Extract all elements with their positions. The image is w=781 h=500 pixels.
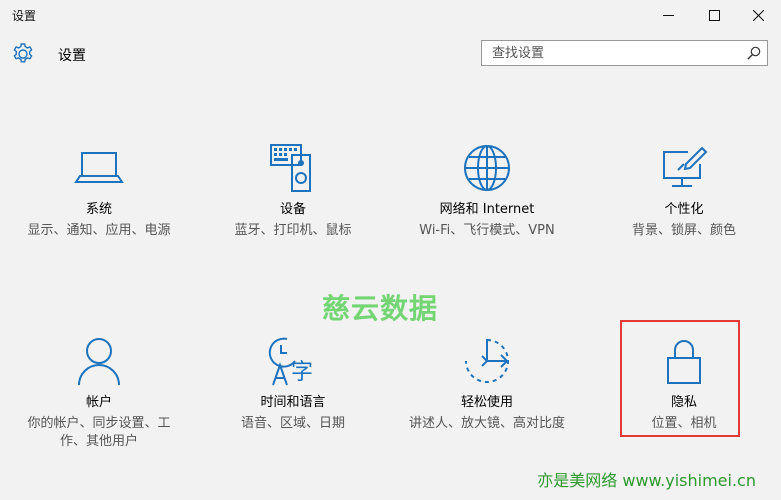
tile-network[interactable]: 网络和 Internet Wi-Fi、飞行模式、VPN xyxy=(397,140,577,240)
tile-accounts-desc: 你的帐户、同步设置、工作、其他用户 xyxy=(27,416,171,449)
minimize-button[interactable] xyxy=(645,0,691,30)
page-title: 设置 xyxy=(58,48,86,64)
person-icon xyxy=(78,338,120,386)
tile-network-desc: Wi-Fi、飞行模式、VPN xyxy=(419,223,555,238)
minimize-icon xyxy=(662,14,674,16)
tile-system-desc: 显示、通知、应用、电源 xyxy=(27,223,171,238)
tile-ease-of-access[interactable]: 轻松使用 讲述人、放大镜、高对比度 xyxy=(397,333,577,433)
paint-monitor-icon xyxy=(663,146,708,187)
tile-devices-desc: 蓝牙、打印机、鼠标 xyxy=(234,223,352,238)
gear-icon xyxy=(13,43,33,63)
maximize-button[interactable] xyxy=(691,0,737,30)
tile-accounts[interactable]: 帐户 你的帐户、同步设置、工作、其他用户 xyxy=(9,333,189,451)
tile-network-name: 网络和 Internet xyxy=(439,202,535,217)
search-input[interactable] xyxy=(482,41,738,65)
close-icon xyxy=(752,9,764,21)
search-box[interactable] xyxy=(481,40,768,66)
tile-personalization[interactable]: 个性化 背景、锁屏、颜色 xyxy=(594,140,774,240)
tile-accounts-name: 帐户 xyxy=(85,395,112,410)
ease-of-access-icon xyxy=(465,339,509,383)
laptop-icon xyxy=(74,152,124,183)
window-title: 设置 xyxy=(12,9,37,23)
watermark-center: 慈云数据 xyxy=(322,292,439,325)
time-language-icon: 字 xyxy=(268,337,313,386)
tile-ease-of-access-name: 轻松使用 xyxy=(460,395,513,410)
tile-time-language-name: 时间和语言 xyxy=(260,395,326,410)
tile-system-name: 系统 xyxy=(85,202,112,217)
tile-ease-of-access-desc: 讲述人、放大镜、高对比度 xyxy=(408,416,565,431)
svg-text:字: 字 xyxy=(291,360,313,385)
tile-time-language-desc: 语音、区域、日期 xyxy=(240,416,345,431)
keyboard-speaker-icon xyxy=(270,144,311,192)
watermark-bottom: 亦是美网络 www.yishimei.cn xyxy=(537,471,756,490)
tile-devices-name: 设备 xyxy=(279,202,306,217)
maximize-icon xyxy=(708,9,720,21)
title-bar: 设置 xyxy=(0,0,781,30)
search-icon[interactable] xyxy=(747,46,761,60)
settings-window: 设置 设置 查找设置 系统 显示、通知、应用、电源 设备 蓝牙、打印机、鼠标 网… xyxy=(0,0,781,500)
tile-devices[interactable]: 设备 蓝牙、打印机、鼠标 xyxy=(203,140,383,240)
tile-personalization-desc: 背景、锁屏、颜色 xyxy=(631,223,736,238)
tile-time-language[interactable]: 字 时间和语言 语音、区域、日期 xyxy=(203,333,383,433)
tile-system[interactable]: 系统 显示、通知、应用、电源 xyxy=(9,140,189,240)
privacy-highlight-box xyxy=(620,320,740,437)
close-button[interactable] xyxy=(735,0,781,30)
globe-icon xyxy=(464,145,510,191)
tile-personalization-name: 个性化 xyxy=(664,202,704,217)
